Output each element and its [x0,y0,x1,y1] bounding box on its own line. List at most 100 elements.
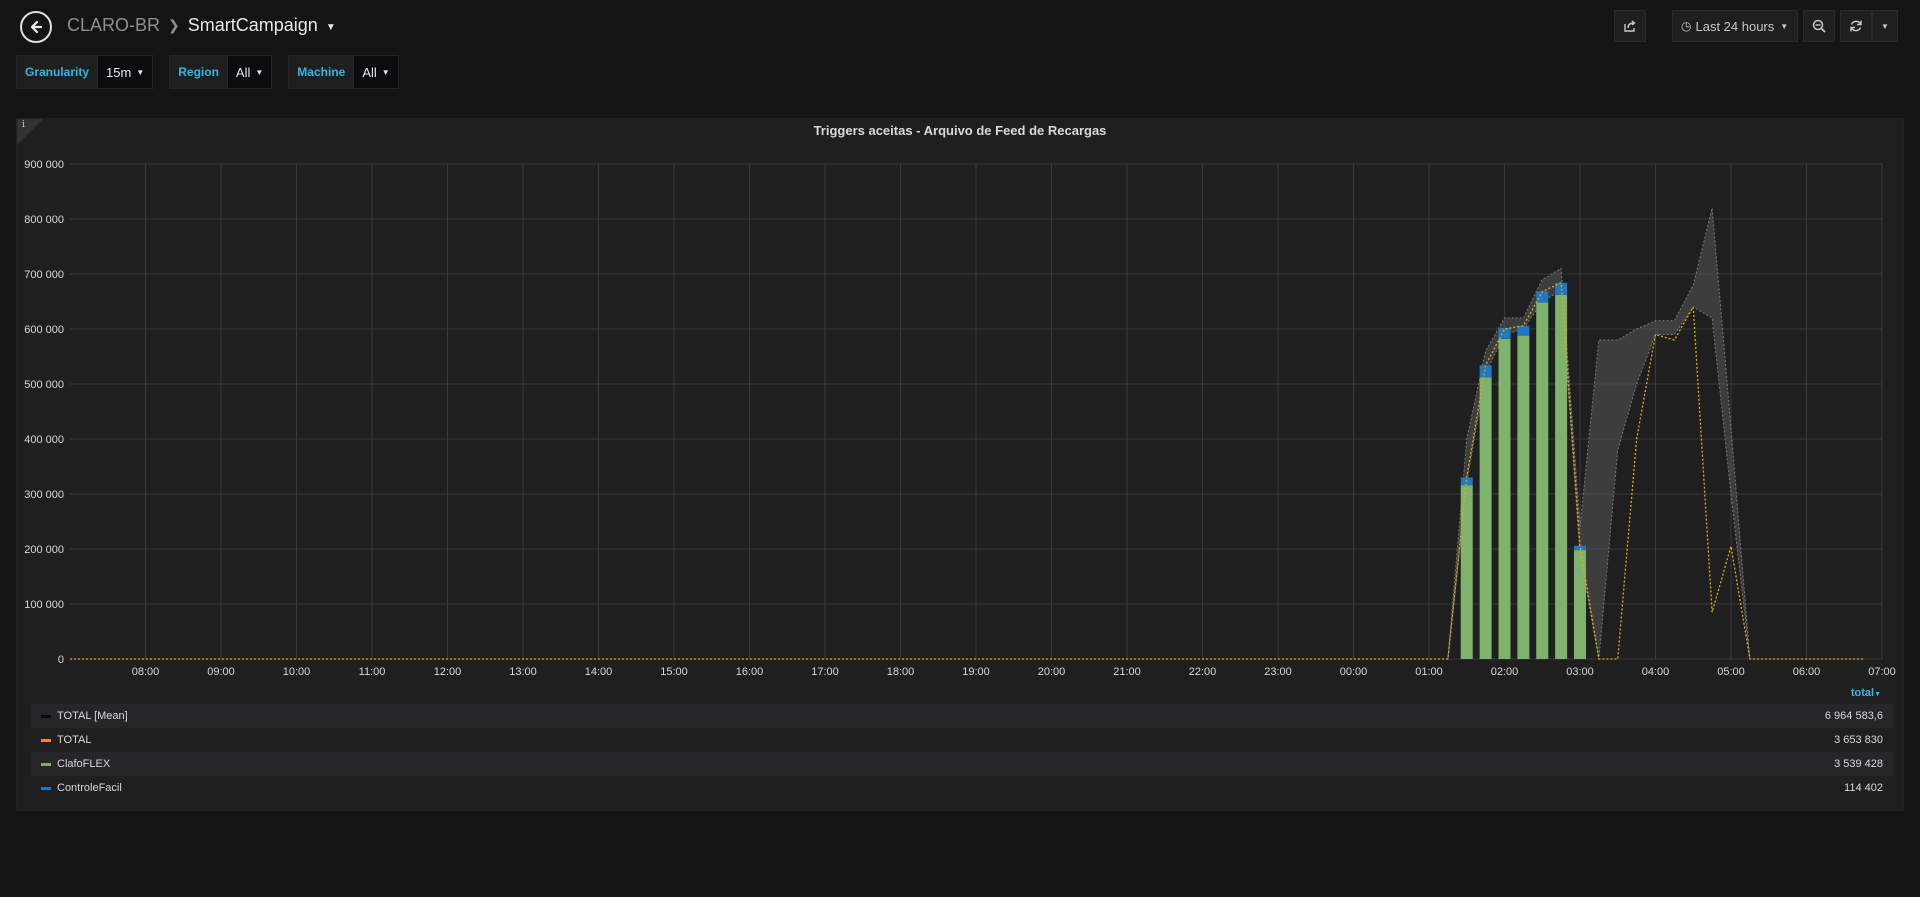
variable-value: All [235,64,251,80]
variable-value: 15m [106,64,132,80]
variable-label: Machine [288,55,355,89]
x-tick-label: 16:00 [736,666,764,678]
clock-icon: ◷ [1681,19,1692,33]
arrow-left-icon [30,20,43,34]
legend-series-name[interactable]: ClafoFLEX [57,758,110,770]
legend-series-name[interactable]: TOTAL [57,734,91,746]
timepicker-label: Last 24 hours [1695,18,1775,34]
legend: TOTAL [Mean] 6 964 583,6 TOTAL 3 653 830… [31,704,1893,800]
x-tick-label: 15:00 [660,666,688,678]
legend-swatch [41,762,51,766]
x-tick-label: 21:00 [1113,666,1141,678]
caret-down-icon: ▼ [1874,691,1881,698]
legend-item[interactable]: TOTAL 3 653 830 [31,728,1893,752]
x-tick-label: 06:00 [1793,666,1821,678]
x-tick-label: 09:00 [207,666,235,678]
variable-label: Region [169,55,228,89]
x-tick-label: 03:00 [1566,666,1594,678]
timepicker-button[interactable]: ◷ Last 24 hours ▼ [1672,10,1798,42]
y-tick-label: 300 000 [24,489,64,501]
zoom-out-icon [1812,19,1826,33]
caret-down-icon: ▼ [136,67,145,77]
share-button[interactable] [1614,10,1646,42]
y-tick-label: 600 000 [24,324,64,336]
x-tick-label: 02:00 [1491,666,1519,678]
legend-series-total: 114 402 [1844,782,1883,794]
zoom-out-button[interactable] [1803,10,1835,42]
x-tick-label: 13:00 [509,666,537,678]
chart-area[interactable]: 0 100 000 200 000 300 000 400 000 500 000 600 … [17,119,1903,679]
caret-down-icon: ▼ [255,67,264,77]
x-tick-label: 23:00 [1264,666,1292,678]
x-tick-label: 17:00 [811,666,839,678]
y-tick-label: 700 000 [24,269,64,281]
legend-series-total: 3 653 830 [1834,734,1883,746]
x-tick-label: 14:00 [585,666,613,678]
bar-clafoflex [1498,338,1511,659]
legend-item[interactable]: TOTAL [Mean] 6 964 583,6 [31,704,1893,728]
legend-item[interactable]: ControleFacil 114 402 [31,776,1893,800]
back-button[interactable] [20,11,52,43]
x-tick-label: 05:00 [1717,666,1745,678]
x-tick-label: 12:00 [434,666,462,678]
x-tick-label: 22:00 [1189,666,1217,678]
top-navbar: CLARO-BR ❯ SmartCampaign ▼ ◷ Last 24 hou… [0,0,1920,52]
y-tick-label: 100 000 [24,599,64,611]
refresh-interval-dropdown[interactable]: ▼ [1872,10,1898,42]
x-tick-label: 08:00 [132,666,160,678]
caret-down-icon[interactable]: ▼ [326,22,336,33]
granularity-dropdown[interactable]: 15m ▼ [98,55,154,89]
graph-panel: i Triggers aceitas - Arquivo de Feed de … [16,118,1904,811]
y-tick-label: 500 000 [24,379,64,391]
bar-clafoflex [1536,302,1549,659]
x-tick-label: 07:00 [1868,666,1896,678]
chevron-right-icon: ❯ [168,17,180,33]
breadcrumb: CLARO-BR ❯ SmartCampaign ▼ [67,15,336,36]
caret-down-icon: ▼ [1881,21,1889,31]
caret-down-icon: ▼ [1780,21,1789,31]
variable-machine: Machine All ▼ [288,55,399,89]
machine-dropdown[interactable]: All ▼ [354,55,399,89]
refresh-icon [1850,20,1862,32]
y-tick-label: 0 [58,654,64,666]
caret-down-icon: ▼ [381,67,390,77]
variable-value: All [362,64,377,80]
refresh-button[interactable] [1840,10,1872,42]
legend-swatch [41,738,51,742]
legend-series-total: 3 539 428 [1834,758,1883,770]
x-tick-label: 11:00 [359,666,386,678]
legend-sort-label: total [1850,687,1875,699]
legend-series-name[interactable]: TOTAL [Mean] [57,710,128,722]
x-tick-label: 00:00 [1340,666,1368,678]
legend-sort-header[interactable]: total▼ [1851,687,1881,699]
y-tick-label: 400 000 [24,434,64,446]
legend-series-total: 6 964 583,6 [1824,710,1883,722]
x-tick-label: 04:00 [1642,666,1670,678]
x-tick-label: 18:00 [887,666,915,678]
share-icon [1624,20,1636,32]
variable-region: Region All ▼ [169,55,273,89]
x-tick-label: 01:00 [1415,666,1443,678]
y-tick-label: 800 000 [24,214,64,226]
variable-granularity: Granularity 15m ▼ [16,55,154,89]
y-tick-label: 900 000 [24,159,64,171]
legend-item[interactable]: ClafoFLEX 3 539 428 [31,752,1893,776]
mean-band-area [1447,207,1751,660]
bar-clafoflex [1517,335,1530,659]
legend-swatch [41,786,51,790]
bar-clafoflex [1460,485,1473,659]
dashboard-title[interactable]: SmartCampaign [188,15,318,36]
bar-clafoflex [1479,377,1492,659]
x-tick-label: 19:00 [962,666,990,678]
region-dropdown[interactable]: All ▼ [227,55,273,89]
bar-controlefacil [1536,291,1549,303]
x-tick-label: 10:00 [283,666,311,678]
variable-label: Granularity [16,55,99,89]
legend-series-name[interactable]: ControleFacil [57,782,122,794]
bar-clafoflex [1574,550,1586,659]
breadcrumb-folder[interactable]: CLARO-BR [67,15,160,36]
y-tick-label: 200 000 [24,544,64,556]
legend-swatch [41,714,51,718]
template-variables: Granularity 15m ▼ Region All ▼ Machine A… [16,55,415,89]
bar-controlefacil [1517,325,1530,336]
